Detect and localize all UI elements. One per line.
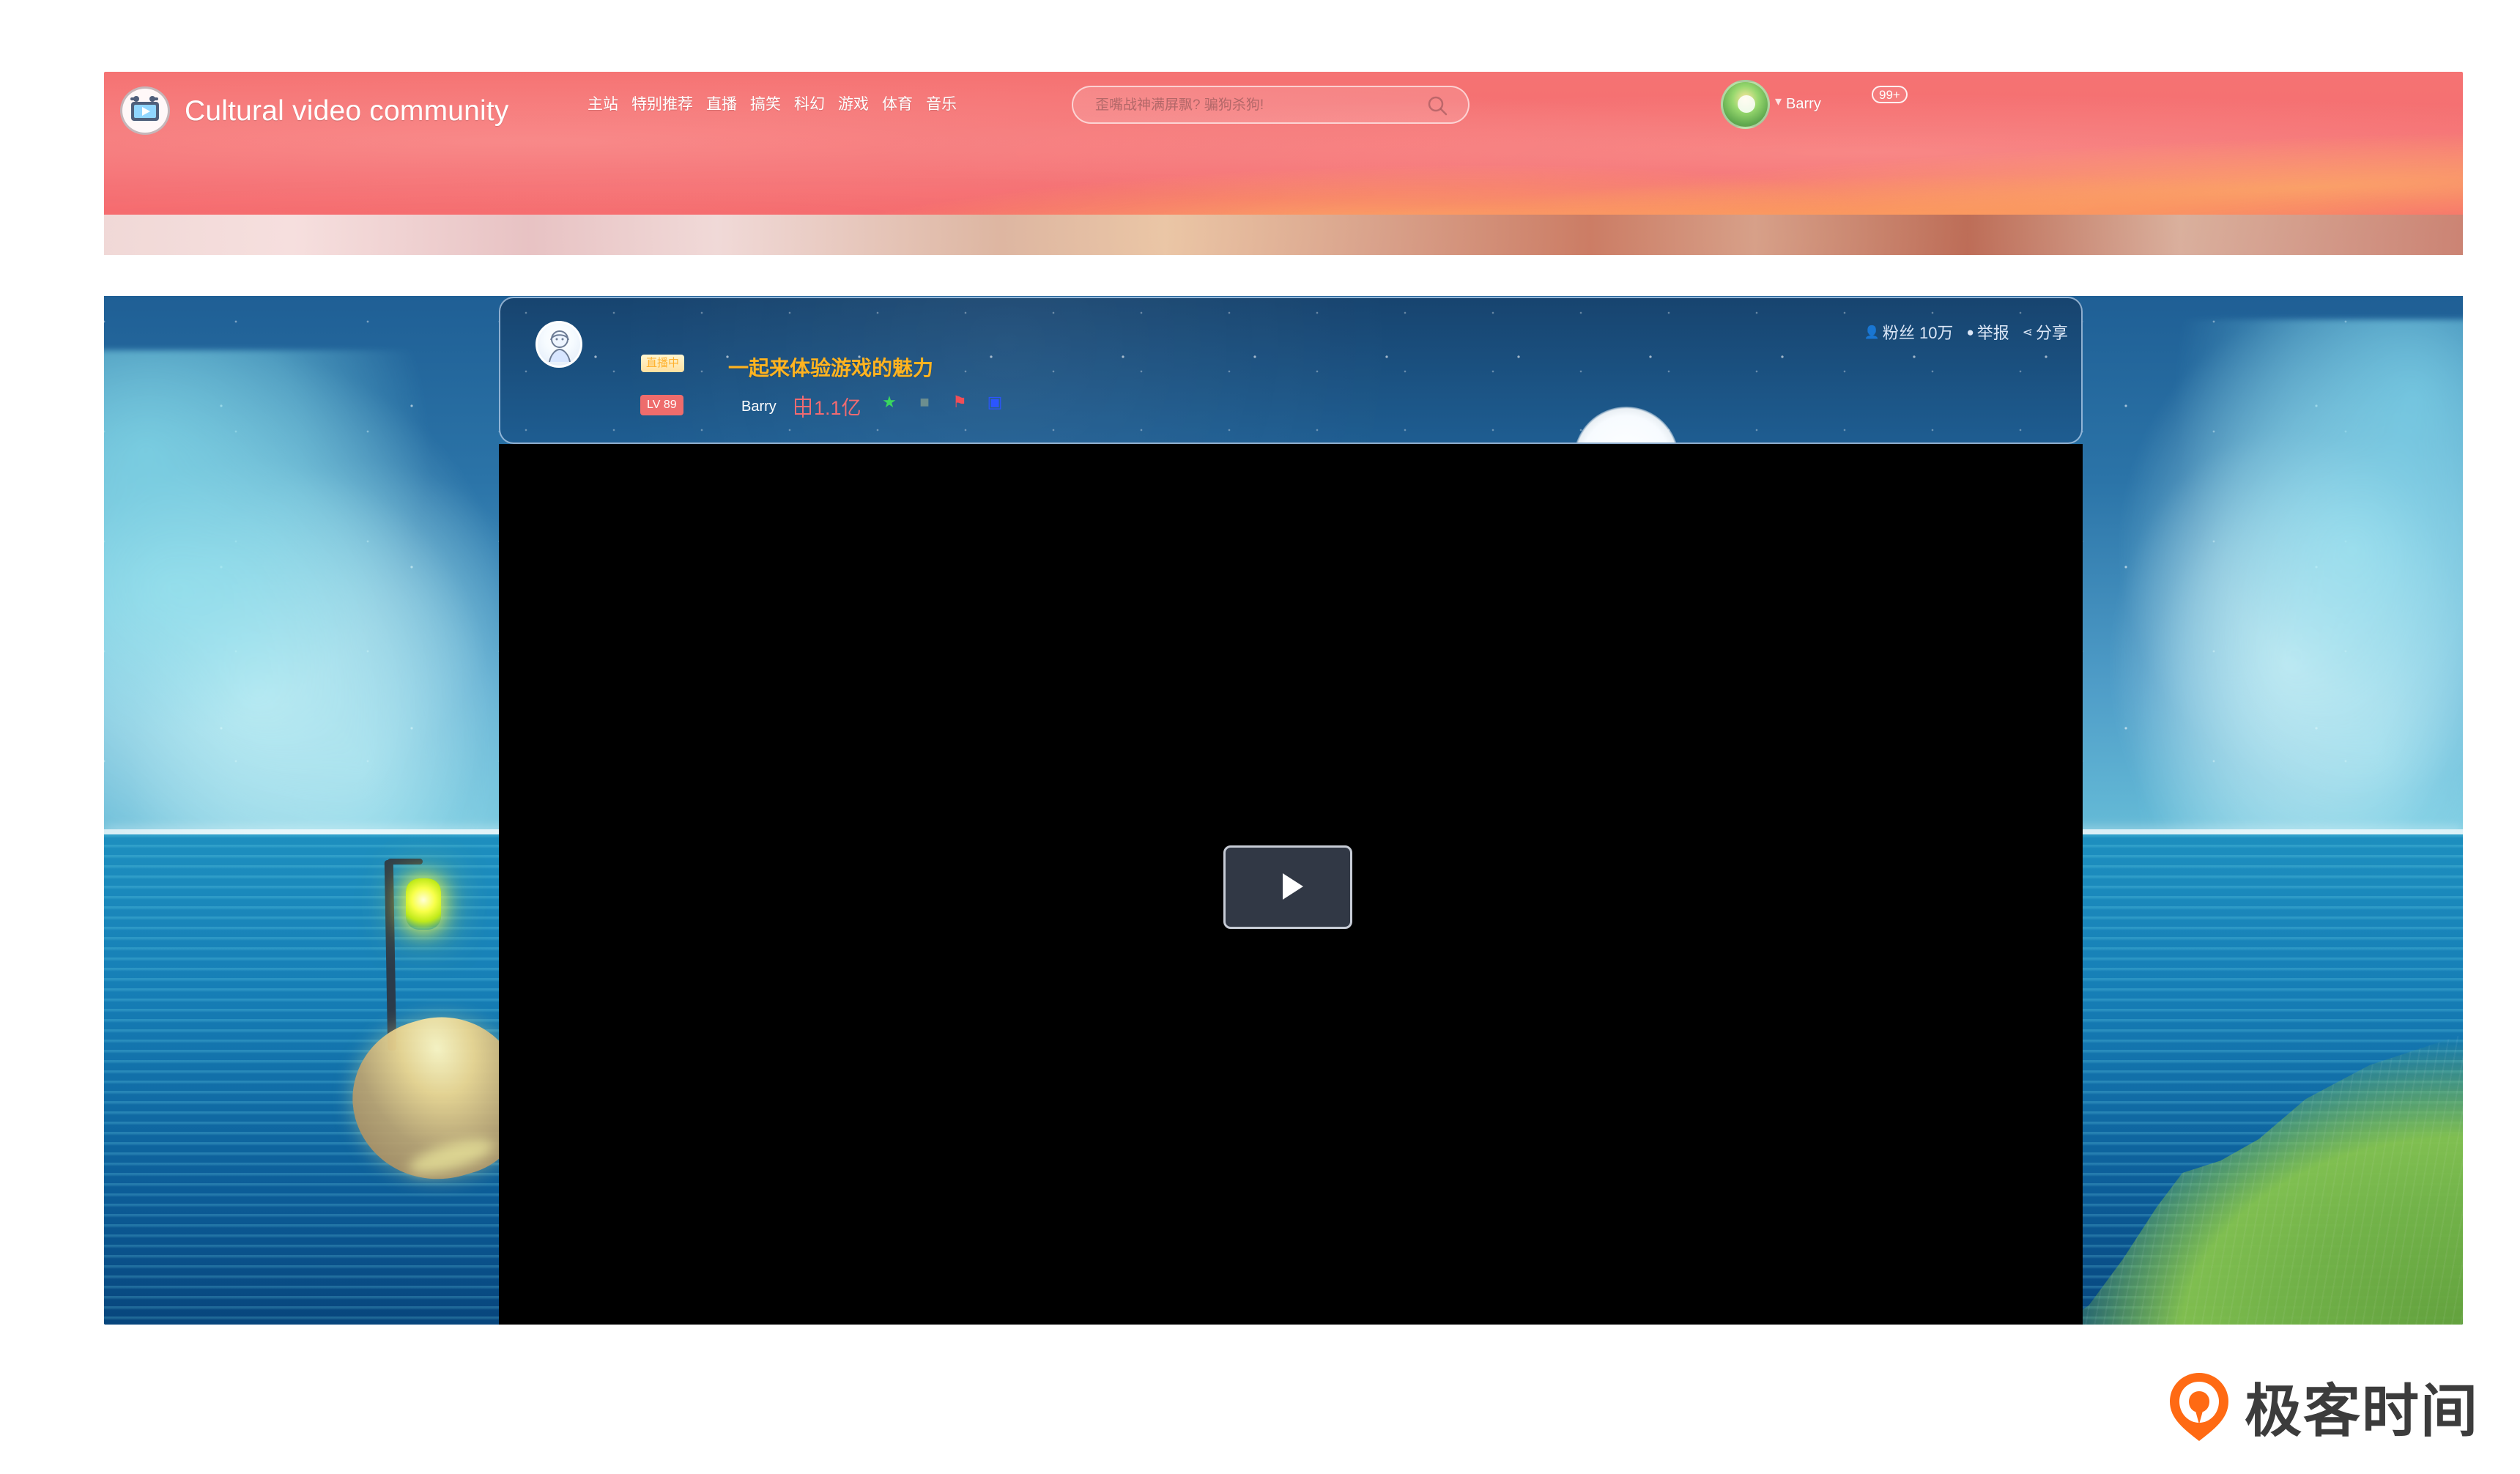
report-button[interactable]: ● 举报 [1966, 320, 2009, 344]
heat-value: 1.1亿 [814, 397, 861, 419]
notification-badge[interactable]: 99+ [1872, 86, 1908, 103]
lantern-icon [406, 878, 441, 930]
room-action-icons: ★ ■ ⚑ ▣ [881, 393, 1004, 411]
play-button[interactable] [1223, 845, 1352, 929]
search-input[interactable] [1094, 96, 1404, 115]
watermark-text: 极客时间 [2245, 1379, 2480, 1443]
fans-count: 👤 粉丝 10万 [1864, 320, 1954, 344]
search-icon[interactable] [1426, 94, 1450, 119]
site-title[interactable]: Cultural video community [185, 97, 509, 125]
room-heat: 1.1亿 [795, 392, 861, 421]
search-box[interactable] [1072, 86, 1470, 124]
background-cloud-right [2045, 319, 2463, 876]
top-header: Cultural video community 主站 特别推荐 直播 搞笑 科… [104, 72, 2463, 255]
play-icon [1283, 873, 1303, 900]
app-window: Cultural video community 主站 特别推荐 直播 搞笑 科… [104, 72, 2463, 1325]
nav-item-funny[interactable]: 搞笑 [750, 97, 781, 112]
share-icon: ⋖ [2022, 325, 2033, 339]
live-status-badge: 直播中 [641, 355, 685, 372]
user-icon: 👤 [1864, 325, 1880, 339]
flag-icon[interactable]: ⚑ [951, 393, 968, 411]
brand-watermark: 极客时间 [2164, 1366, 2479, 1448]
room-title: 一起来体验游戏的魅力 [728, 357, 934, 379]
geektime-logo-icon [2170, 1373, 2228, 1441]
share-label: 分享 [2035, 324, 2068, 342]
level-badge: LV 89 [640, 395, 683, 415]
room-tools: 👤 粉丝 10万 ● 举报 ⋖ 分享 [1864, 320, 2068, 344]
fans-label: 粉丝 10万 [1882, 324, 1954, 342]
user-menu[interactable]: ▾ Barry 99+ [1721, 80, 1908, 129]
nav-item-featured[interactable]: 特别推荐 [631, 97, 693, 112]
heat-icon [795, 395, 811, 418]
moon-illustration [1574, 407, 1679, 442]
brand[interactable]: Cultural video community [120, 86, 509, 135]
camera-icon[interactable]: ■ [916, 393, 933, 411]
star-icon[interactable]: ★ [881, 393, 898, 411]
caret-down-icon[interactable]: ▾ [1775, 94, 1782, 109]
robot-icon[interactable]: ▣ [986, 393, 1004, 411]
streamer-avatar[interactable] [536, 321, 582, 368]
streamer-name[interactable]: Barry [741, 399, 777, 415]
live-room-info: 直播中 一起来体验游戏的魅力 LV 89 Barry 1.1亿 ★ ■ ⚑ ▣ … [499, 297, 2083, 444]
info-icon: ● [1966, 325, 1974, 339]
main-nav: 主站 特别推荐 直播 搞笑 科幻 游戏 体育 音乐 [588, 97, 957, 112]
report-label: 举报 [1976, 324, 2009, 342]
nav-item-scifi[interactable]: 科幻 [794, 97, 825, 112]
nav-item-sports[interactable]: 体育 [882, 97, 913, 112]
logo-icon[interactable] [120, 86, 170, 135]
nav-item-music[interactable]: 音乐 [926, 97, 957, 112]
nav-item-home[interactable]: 主站 [588, 97, 618, 112]
nav-item-games[interactable]: 游戏 [838, 97, 869, 112]
nav-item-live[interactable]: 直播 [706, 97, 737, 112]
video-player[interactable] [499, 444, 2083, 1325]
share-button[interactable]: ⋖ 分享 [2023, 320, 2068, 344]
username[interactable]: Barry [1786, 96, 1821, 113]
avatar-icon[interactable] [1721, 80, 1770, 129]
